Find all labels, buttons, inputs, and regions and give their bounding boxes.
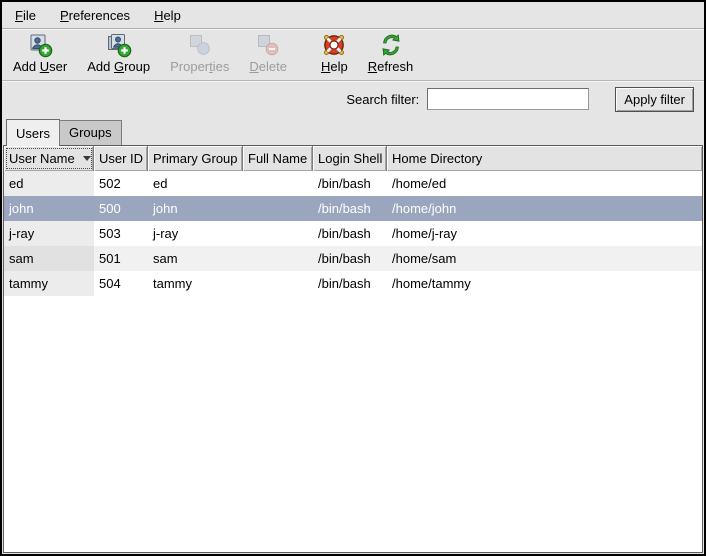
add-user-label: Add User bbox=[13, 59, 67, 74]
refresh-label: Refresh bbox=[368, 59, 414, 74]
help-button[interactable]: Help bbox=[312, 31, 357, 75]
table-row[interactable]: ed 502 ed /bin/bash /home/ed bbox=[4, 171, 702, 196]
column-header-primary-group[interactable]: Primary Group bbox=[148, 146, 243, 171]
menu-bar: File Preferences Help bbox=[2, 2, 704, 29]
table-header-row: User Name User ID Primary Group Full Nam… bbox=[4, 146, 702, 171]
toolbar: Add User Add Group bbox=[2, 29, 704, 81]
add-group-button[interactable]: Add Group bbox=[78, 31, 159, 75]
column-header-login-shell[interactable]: Login Shell bbox=[313, 146, 387, 171]
apply-filter-button[interactable]: Apply filter bbox=[615, 87, 694, 112]
properties-button: Properties bbox=[161, 31, 238, 75]
column-header-user-id[interactable]: User ID bbox=[94, 146, 148, 171]
add-user-icon bbox=[27, 32, 53, 58]
add-user-button[interactable]: Add User bbox=[4, 31, 76, 75]
delete-label: Delete bbox=[249, 59, 287, 74]
tab-users[interactable]: Users bbox=[6, 119, 60, 146]
table-row[interactable]: john 500 john /bin/bash /home/john bbox=[4, 196, 702, 221]
search-filter-row: Search filter: Apply filter bbox=[2, 81, 704, 117]
user-manager-window: File Preferences Help Add User bbox=[0, 0, 706, 556]
delete-button: Delete bbox=[240, 31, 296, 75]
help-icon bbox=[321, 32, 347, 58]
menu-file[interactable]: File bbox=[8, 5, 43, 26]
tab-groups[interactable]: Groups bbox=[59, 120, 122, 145]
refresh-icon bbox=[378, 32, 404, 58]
search-filter-input[interactable] bbox=[427, 88, 589, 110]
menu-preferences[interactable]: Preferences bbox=[53, 5, 137, 26]
menu-help[interactable]: Help bbox=[147, 5, 188, 26]
column-header-user-name[interactable]: User Name bbox=[4, 146, 94, 171]
properties-icon bbox=[187, 32, 213, 58]
table-row[interactable]: j-ray 503 j-ray /bin/bash /home/j-ray bbox=[4, 221, 702, 246]
table-row[interactable]: tammy 504 tammy /bin/bash /home/tammy bbox=[4, 271, 702, 296]
users-table: User Name User ID Primary Group Full Nam… bbox=[3, 145, 703, 553]
column-header-home-directory[interactable]: Home Directory bbox=[387, 146, 702, 171]
search-filter-label: Search filter: bbox=[346, 92, 419, 107]
refresh-button[interactable]: Refresh bbox=[359, 31, 423, 75]
table-row[interactable]: sam 501 sam /bin/bash /home/sam bbox=[4, 246, 702, 271]
tab-bar: Users Groups bbox=[2, 117, 704, 145]
add-group-label: Add Group bbox=[87, 59, 150, 74]
add-group-icon bbox=[106, 32, 132, 58]
column-header-full-name[interactable]: Full Name bbox=[243, 146, 313, 171]
table-empty-area bbox=[4, 296, 702, 552]
column-header-user-name-label: User Name bbox=[9, 151, 75, 166]
sort-arrow-icon bbox=[83, 156, 91, 161]
table-body: ed 502 ed /bin/bash /home/ed john 500 jo… bbox=[4, 171, 702, 296]
help-button-label: Help bbox=[321, 59, 348, 74]
delete-icon bbox=[255, 32, 281, 58]
properties-label: Properties bbox=[170, 59, 229, 74]
